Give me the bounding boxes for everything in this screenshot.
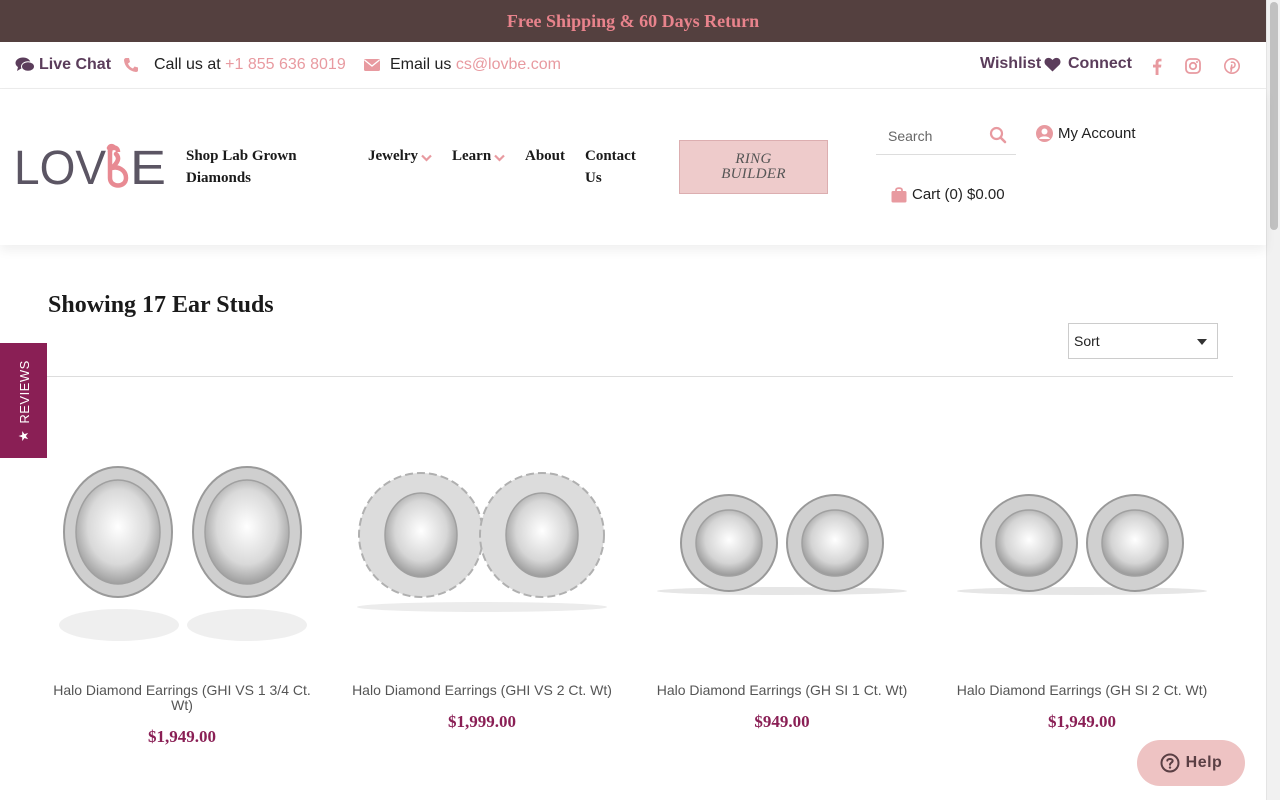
chevron-down-icon xyxy=(421,154,432,162)
call-prefix: Call us at xyxy=(154,56,221,73)
product-price: $949.00 xyxy=(754,712,810,731)
product-image[interactable] xyxy=(37,445,327,660)
email-prefix: Email us xyxy=(390,56,452,73)
flower-halo-earrings-image xyxy=(357,472,607,612)
reviews-tab[interactable]: ★ REVIEWS xyxy=(0,343,47,458)
product-price: $1,999.00 xyxy=(448,712,516,731)
star-icon: ★ xyxy=(15,429,31,442)
scrollbar-thumb[interactable] xyxy=(1270,2,1278,230)
main-header: LOV E Shop Lab Grown Diamonds Jewelry Le… xyxy=(0,89,1266,245)
help-button[interactable]: Help xyxy=(1137,740,1245,786)
live-chat-label: Live Chat xyxy=(39,56,112,73)
my-account-label: My Account xyxy=(1058,125,1136,142)
nav-learn[interactable]: Learn xyxy=(452,145,505,167)
nav-about-label: About xyxy=(525,148,566,164)
question-circle-icon xyxy=(1160,753,1180,773)
page-scrollbar[interactable] xyxy=(1266,0,1280,800)
product-name[interactable]: Halo Diamond Earrings (GH SI 1 Ct. Wt) xyxy=(637,683,927,698)
product-name[interactable]: Halo Diamond Earrings (GH SI 2 Ct. Wt) xyxy=(937,683,1227,698)
nav-shop-lab-grown-diamonds[interactable]: Shop Lab Grown Diamonds xyxy=(186,145,297,189)
connect-link[interactable]: Connect xyxy=(1068,55,1132,73)
connect-label: Connect xyxy=(1068,55,1132,72)
shopping-bag-icon xyxy=(891,187,907,203)
product-card[interactable]: Halo Diamond Earrings (GH SI 2 Ct. Wt) $… xyxy=(937,445,1227,732)
product-name[interactable]: Halo Diamond Earrings (GHI VS 1 3/4 Ct. … xyxy=(37,683,327,713)
reviews-label: REVIEWS xyxy=(16,359,31,424)
promo-bar: Free Shipping & 60 Days Return xyxy=(0,0,1266,42)
product-image[interactable] xyxy=(637,445,927,660)
svg-text:E: E xyxy=(130,142,166,190)
promo-text: Free Shipping & 60 Days Return xyxy=(506,10,760,31)
lovbe-logo[interactable]: LOV E xyxy=(14,142,168,195)
nav-contact-line1: Contact xyxy=(585,148,636,164)
oval-halo-earrings-image xyxy=(59,466,307,641)
nav-about[interactable]: About xyxy=(525,145,565,167)
email-link[interactable]: cs@lovbe.com xyxy=(456,56,561,74)
wishlist-link[interactable]: Wishlist xyxy=(980,55,1061,73)
email-us: Email us cs@lovbe.com xyxy=(364,56,561,74)
search-box xyxy=(876,117,1016,155)
envelope-icon xyxy=(364,59,380,71)
round-halo-earrings-image xyxy=(957,494,1207,595)
caret-down-icon xyxy=(1197,339,1207,345)
nav-learn-label: Learn xyxy=(452,148,492,164)
nav-jewelry[interactable]: Jewelry xyxy=(368,145,432,167)
ring-builder-line1: RING xyxy=(735,151,772,167)
cart-summary: Cart (0) $0.00 xyxy=(912,186,1005,203)
logo-mark: LOV E xyxy=(14,142,166,195)
product-card[interactable]: Halo Diamond Earrings (GHI VS 2 Ct. Wt) … xyxy=(337,445,627,732)
call-us: Call us at +1 855 636 8019 xyxy=(123,56,346,74)
nav-contact-line2: Us xyxy=(585,170,602,186)
nav-jewelry-label: Jewelry xyxy=(368,148,418,164)
help-label: Help xyxy=(1185,754,1223,771)
chat-bubbles-icon xyxy=(15,57,35,72)
product-price: $1,949.00 xyxy=(148,727,216,746)
product-card[interactable]: Halo Diamond Earrings (GH SI 1 Ct. Wt) $… xyxy=(637,445,927,732)
ring-builder-line2: BUILDER xyxy=(721,166,786,182)
nav-shop-line1: Shop Lab Grown xyxy=(186,148,297,164)
utility-bar: Live Chat Call us at +1 855 636 8019 Ema… xyxy=(0,42,1266,89)
sort-label: Sort xyxy=(1074,333,1100,349)
heart-icon xyxy=(1044,57,1061,71)
pinterest-icon[interactable] xyxy=(1222,56,1242,76)
listing-divider xyxy=(47,376,1233,377)
product-card[interactable]: Halo Diamond Earrings (GHI VS 1 3/4 Ct. … xyxy=(37,445,327,747)
svg-text:LOV: LOV xyxy=(14,142,106,190)
nav-contact-us[interactable]: Contact Us xyxy=(585,145,636,189)
search-icon[interactable] xyxy=(989,126,1007,144)
round-halo-earrings-image xyxy=(657,494,907,595)
product-price: $1,949.00 xyxy=(1048,712,1116,731)
chevron-down-icon xyxy=(494,154,505,162)
page-title: Showing 17 Ear Studs xyxy=(48,292,274,318)
nav-shop-line2: Diamonds xyxy=(186,170,252,186)
search-input[interactable] xyxy=(876,123,984,149)
product-image[interactable] xyxy=(337,445,627,660)
phone-link[interactable]: +1 855 636 8019 xyxy=(225,56,346,74)
live-chat-link[interactable]: Live Chat xyxy=(15,56,111,74)
user-circle-icon xyxy=(1036,125,1053,142)
product-image[interactable] xyxy=(937,445,1227,660)
instagram-icon[interactable] xyxy=(1183,56,1203,76)
cart-link[interactable]: Cart (0) $0.00 xyxy=(891,186,1005,203)
ring-builder-button[interactable]: RING BUILDER xyxy=(679,140,828,194)
sort-select[interactable]: Sort xyxy=(1068,323,1218,359)
product-name[interactable]: Halo Diamond Earrings (GHI VS 2 Ct. Wt) xyxy=(337,683,627,698)
my-account-link[interactable]: My Account xyxy=(1036,125,1136,142)
facebook-icon[interactable] xyxy=(1147,56,1167,76)
phone-icon xyxy=(124,58,138,72)
wishlist-label: Wishlist xyxy=(980,55,1042,72)
